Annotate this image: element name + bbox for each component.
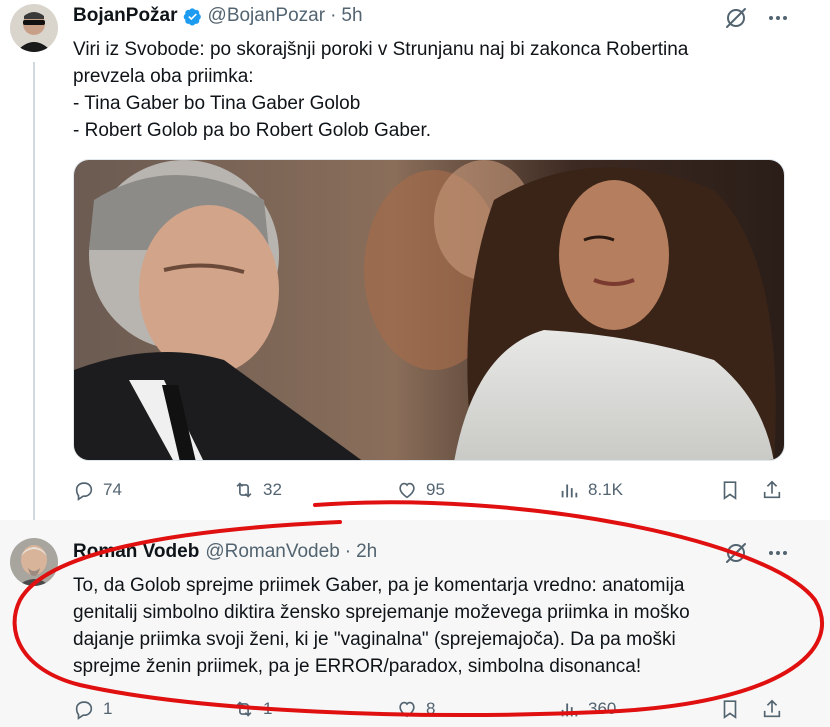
tweet-media-photo[interactable] — [73, 159, 785, 461]
views-button[interactable]: 360 — [558, 698, 616, 720]
tweet-roman-vodeb[interactable]: Roman Vodeb @RomanVodeb · 2h To, da Golo… — [0, 520, 830, 727]
share-icon — [763, 699, 781, 718]
repost-icon — [236, 482, 252, 498]
display-name[interactable]: BojanPožar — [73, 5, 178, 27]
tweet-header: Roman Vodeb @RomanVodeb · 2h — [73, 541, 377, 563]
share-button[interactable] — [761, 698, 783, 720]
tweet-text: Viri iz Svobode: po skorajšnji poroki v … — [73, 39, 689, 141]
tweet-text: To, da Golob sprejme priimek Gaber, pa j… — [73, 575, 690, 677]
repost-count: 1 — [263, 699, 273, 718]
header-icons — [724, 541, 790, 565]
timestamp[interactable]: 5h — [341, 5, 362, 27]
header-icons — [724, 6, 790, 30]
handle[interactable]: @RomanVodeb — [205, 541, 339, 563]
grok-icon[interactable] — [724, 6, 748, 30]
more-icon[interactable] — [766, 6, 790, 30]
repost-button[interactable]: 1 — [233, 698, 272, 720]
tweet-header: BojanPožar @BojanPozar · 5h — [73, 5, 363, 27]
display-name[interactable]: Roman Vodeb — [73, 541, 199, 563]
repost-button[interactable]: 32 — [233, 479, 282, 501]
grok-icon[interactable] — [724, 541, 748, 565]
bookmark-button[interactable] — [719, 698, 741, 720]
views-icon — [561, 484, 578, 498]
separator-dot: · — [344, 541, 352, 562]
like-icon — [399, 701, 415, 718]
views-count: 360 — [588, 699, 617, 718]
views-icon — [561, 703, 578, 717]
separator-dot: · — [330, 5, 337, 26]
avatar[interactable] — [10, 538, 58, 586]
reply-button[interactable]: 74 — [73, 479, 122, 501]
like-button[interactable]: 8 — [396, 698, 435, 720]
verified-badge-icon — [183, 7, 201, 25]
share-button[interactable] — [761, 479, 783, 501]
repost-icon — [236, 701, 252, 717]
views-count: 8.1K — [588, 480, 623, 499]
share-icon — [763, 480, 781, 499]
reply-count: 74 — [103, 480, 122, 499]
handle[interactable]: @BojanPozar — [208, 5, 326, 27]
bookmark-button[interactable] — [719, 479, 741, 501]
like-count: 8 — [426, 699, 436, 718]
repost-count: 32 — [263, 480, 282, 499]
tweet-actions: 1 1 8 360 — [73, 698, 793, 727]
thread-line — [33, 62, 35, 530]
reply-button[interactable]: 1 — [73, 698, 112, 720]
reply-count: 1 — [103, 699, 113, 718]
tweet-bojan-pozar[interactable]: BojanPožar @BojanPozar · 5h Viri iz Svob… — [0, 0, 830, 530]
timestamp[interactable]: 2h — [356, 541, 377, 563]
bookmark-icon — [723, 700, 737, 719]
like-button[interactable]: 95 — [396, 479, 445, 501]
reply-icon — [75, 701, 93, 720]
like-icon — [399, 482, 415, 499]
avatar[interactable] — [10, 4, 58, 52]
reply-icon — [75, 482, 93, 501]
bookmark-icon — [723, 481, 737, 500]
tweet-actions: 74 32 95 8.1K — [73, 479, 793, 509]
like-count: 95 — [426, 480, 445, 499]
views-button[interactable]: 8.1K — [558, 479, 623, 501]
more-icon[interactable] — [766, 541, 790, 565]
